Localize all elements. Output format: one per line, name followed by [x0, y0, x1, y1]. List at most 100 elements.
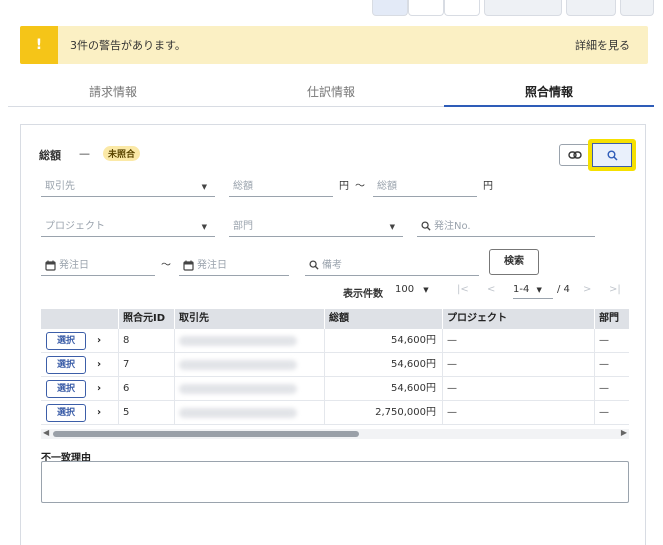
search-icon	[607, 150, 618, 161]
department-select[interactable]: 部門 ▼	[229, 217, 403, 237]
search-icon	[421, 221, 431, 231]
table-row[interactable]: 選択 › 7 54,600円 — —	[41, 353, 629, 377]
search-button[interactable]: 検索	[489, 249, 539, 275]
amount-to-placeholder: 総額	[377, 181, 397, 192]
top-action-button[interactable]	[484, 0, 562, 16]
cell-department: —	[595, 329, 629, 353]
main-tabs: 請求情報 仕訳情報 照合情報	[8, 77, 654, 107]
order-date-to-placeholder: 発注日	[197, 260, 227, 271]
top-action-button[interactable]	[566, 0, 616, 16]
per-page-select[interactable]: 100 ▼	[395, 281, 435, 299]
exclamation-icon: !	[20, 26, 58, 64]
select-button[interactable]: 選択	[46, 404, 86, 422]
cell-partner-redacted	[175, 329, 325, 353]
first-page-icon[interactable]: |<	[457, 281, 469, 299]
page-total: / 4	[557, 284, 570, 295]
top-action-button[interactable]	[620, 0, 654, 16]
last-page-icon[interactable]: >|	[609, 281, 621, 299]
top-tab-button[interactable]	[408, 0, 444, 16]
chevron-right-icon[interactable]: ›	[97, 353, 101, 377]
caret-down-icon: ▼	[423, 286, 429, 294]
tab-journal-info[interactable]: 仕訳情報	[226, 77, 436, 107]
partner-select[interactable]: 取引先 ▼	[41, 177, 215, 197]
caret-down-icon: ▼	[201, 183, 207, 191]
select-button[interactable]: 選択	[46, 380, 86, 398]
department-placeholder: 部門	[233, 221, 253, 232]
cell-id: 8	[119, 329, 175, 353]
search-toggle-button[interactable]	[592, 143, 632, 167]
po-number-input[interactable]: 発注No.	[417, 217, 595, 237]
link-icon	[568, 151, 582, 159]
column-header: 取引先	[175, 309, 325, 329]
cell-department: —	[595, 377, 629, 401]
order-date-to-input[interactable]: 発注日	[179, 256, 289, 276]
cell-amount: 54,600円	[325, 329, 443, 353]
top-bar	[0, 0, 663, 18]
cell-department: —	[595, 401, 629, 425]
table-row[interactable]: 選択 › 8 54,600円 — —	[41, 329, 629, 353]
project-placeholder: プロジェクト	[45, 221, 105, 232]
search-toggle-highlight	[588, 139, 636, 171]
total-label: 総額	[39, 149, 61, 162]
page-range-select[interactable]: 1-4 ▼	[513, 281, 553, 299]
per-page-label: 表示件数	[343, 289, 383, 300]
column-header: 部門	[595, 309, 629, 329]
link-button[interactable]	[559, 144, 591, 166]
cell-partner-redacted	[175, 401, 325, 425]
total-value: —	[79, 147, 90, 160]
reconciliation-table: 照合元ID 取引先 総額 プロジェクト 部門 選択 › 8 54,600円 — —…	[41, 309, 629, 429]
cell-project: —	[443, 329, 595, 353]
top-tab-button[interactable]	[372, 0, 408, 16]
amount-from-input[interactable]: 総額	[229, 177, 333, 197]
warning-message: 3件の警告があります。	[70, 39, 186, 52]
range-separator: 〜	[161, 260, 171, 271]
yen-unit: 円	[339, 181, 349, 192]
table-row[interactable]: 選択 › 6 54,600円 — —	[41, 377, 629, 401]
cell-id: 6	[119, 377, 175, 401]
status-badge: 未照合	[103, 146, 141, 161]
amount-to-input[interactable]: 総額	[373, 177, 477, 197]
chevron-right-icon[interactable]: ›	[97, 401, 101, 425]
calendar-icon	[45, 260, 56, 271]
tab-billing-info[interactable]: 請求情報	[8, 77, 218, 107]
caret-down-icon: ▼	[389, 223, 395, 231]
table-row[interactable]: 選択 › 5 2,750,000円 — —	[41, 401, 629, 425]
notes-placeholder: 備考	[322, 260, 342, 271]
reconciliation-panel: 総額 — 未照合 取引先 ▼ 総額 円 〜 総額 円 プロジェクト ▼ 部門 ▼…	[20, 124, 646, 545]
cell-project: —	[443, 377, 595, 401]
notes-input[interactable]: 備考	[305, 256, 479, 276]
cell-partner-redacted	[175, 377, 325, 401]
chevron-right-icon[interactable]: ›	[97, 329, 101, 353]
order-date-from-input[interactable]: 発注日	[41, 256, 155, 276]
scroll-left-icon[interactable]: ◀	[43, 428, 49, 437]
chevron-right-icon[interactable]: ›	[97, 377, 101, 401]
top-tab-button[interactable]	[444, 0, 480, 16]
select-button[interactable]: 選択	[46, 332, 86, 350]
cell-amount: 54,600円	[325, 353, 443, 377]
warning-banner: ! 3件の警告があります。 詳細を見る	[20, 26, 648, 64]
caret-down-icon: ▼	[201, 223, 207, 231]
cell-amount: 54,600円	[325, 377, 443, 401]
table-header: 照合元ID 取引先 総額 プロジェクト 部門	[41, 309, 629, 329]
cell-department: —	[595, 353, 629, 377]
cell-id: 5	[119, 401, 175, 425]
search-icon	[309, 260, 319, 270]
partner-placeholder: 取引先	[45, 181, 75, 192]
scrollbar-thumb[interactable]	[53, 431, 359, 437]
yen-unit: 円	[483, 181, 493, 192]
column-header	[41, 309, 119, 329]
mismatch-reason-textarea[interactable]	[41, 461, 629, 503]
warning-details-link[interactable]: 詳細を見る	[575, 37, 630, 53]
select-button[interactable]: 選択	[46, 356, 86, 374]
horizontal-scrollbar[interactable]: ◀ ▶	[41, 428, 629, 439]
next-page-icon[interactable]: >	[583, 281, 591, 299]
cell-id: 7	[119, 353, 175, 377]
range-separator: 〜	[355, 181, 365, 192]
prev-page-icon[interactable]: <	[487, 281, 495, 299]
tab-reconciliation-info[interactable]: 照合情報	[444, 77, 654, 107]
po-number-placeholder: 発注No.	[434, 221, 471, 232]
cell-amount: 2,750,000円	[325, 401, 443, 425]
cell-project: —	[443, 401, 595, 425]
project-select[interactable]: プロジェクト ▼	[41, 217, 215, 237]
scroll-right-icon[interactable]: ▶	[621, 428, 627, 437]
